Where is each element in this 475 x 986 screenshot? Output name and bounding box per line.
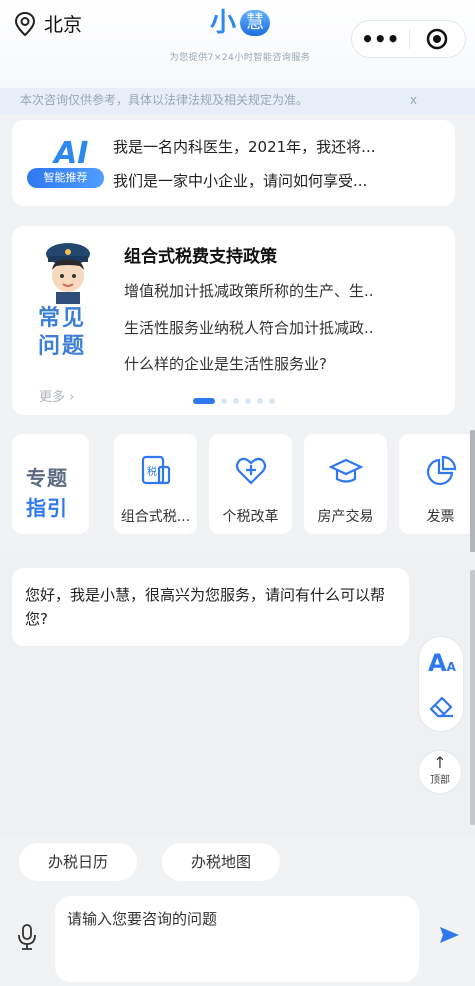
close-miniapp-icon[interactable] bbox=[409, 28, 465, 50]
topic-item[interactable]: 个税改革 bbox=[209, 434, 292, 534]
quick-actions: 办税日历 办税地图 bbox=[0, 837, 475, 887]
recommend-question[interactable]: 我们是一家中小企业，请问如何享受... bbox=[113, 170, 367, 191]
back-to-top-button[interactable]: ↑ 顶部 bbox=[418, 750, 462, 794]
logo-badge: 慧 bbox=[240, 10, 270, 36]
chevron-right-icon: › bbox=[65, 390, 75, 405]
ai-label: AI bbox=[54, 136, 89, 171]
assistant-message-bubble: 您好，我是小慧，很高兴为您服务，请问有什么可以帮您? bbox=[12, 568, 409, 646]
carousel-dots bbox=[193, 398, 281, 404]
topic-label: 房产交易 bbox=[317, 509, 374, 525]
topic-label: 发票 bbox=[426, 509, 455, 525]
back-to-top-label: 顶部 bbox=[430, 775, 450, 786]
faq-item[interactable]: 增值税加计抵减政策所称的生产、生.. bbox=[124, 280, 374, 301]
font-size-icon: A bbox=[428, 649, 447, 677]
faq-title: 组合式税费支持政策 bbox=[124, 247, 277, 267]
tax-officer-avatar-icon bbox=[46, 243, 90, 304]
pie-icon bbox=[426, 455, 457, 486]
carousel-dot[interactable] bbox=[257, 398, 263, 404]
location-label: 北京 bbox=[44, 14, 83, 36]
faq-card: 常见 问题 更多 › 组合式税费支持政策 增值税加计抵减政策所称的生产、生.. … bbox=[12, 226, 455, 415]
quick-action-tax-calendar[interactable]: 办税日历 bbox=[19, 843, 137, 881]
more-menu-icon[interactable]: ••• bbox=[352, 29, 409, 49]
faq-more-link[interactable]: 更多 › bbox=[39, 386, 74, 405]
side-toolbar: AA bbox=[418, 636, 464, 732]
question-input[interactable] bbox=[55, 896, 419, 982]
topic-guide-word: 指引 bbox=[26, 496, 68, 520]
vertical-scrollbar[interactable] bbox=[470, 430, 475, 555]
input-bar bbox=[0, 887, 475, 986]
faq-item[interactable]: 什么样的企业是生活性服务业? bbox=[124, 353, 327, 374]
microphone-icon[interactable] bbox=[17, 923, 37, 951]
quick-action-tax-map[interactable]: 办税地图 bbox=[162, 843, 280, 881]
carousel-dot[interactable] bbox=[269, 398, 275, 404]
location-selector[interactable]: 北京 bbox=[14, 10, 82, 37]
faq-side-word: 问题 bbox=[38, 334, 87, 359]
logo-text: 小 bbox=[209, 8, 238, 38]
carousel-dot[interactable] bbox=[245, 398, 251, 404]
arrow-up-icon: ↑ bbox=[433, 753, 447, 772]
topic-item[interactable]: 房产交易 bbox=[304, 434, 387, 534]
faq-item[interactable]: 生活性服务业纳税人符合加计抵减政.. bbox=[124, 317, 374, 338]
recommend-question[interactable]: 我是一名内科医生，2021年，我还将... bbox=[113, 136, 375, 157]
logo-subtitle: 为您提供7×24小时智能咨询服务 bbox=[169, 53, 311, 63]
font-size-small-icon: A bbox=[446, 660, 456, 674]
topic-guide-label: 专题 指引 bbox=[12, 434, 89, 534]
carousel-dot[interactable] bbox=[193, 398, 215, 404]
topic-label: 个税改革 bbox=[222, 509, 279, 525]
disclaimer-bar: 本次咨询仅供参考，具体以法律法规及相关规定为准。 x bbox=[0, 88, 475, 114]
eraser-icon[interactable] bbox=[429, 695, 455, 719]
carousel-dot[interactable] bbox=[221, 398, 227, 404]
svg-text:税: 税 bbox=[147, 465, 157, 478]
carousel-dot[interactable] bbox=[233, 398, 239, 404]
disclaimer-close-button[interactable]: x bbox=[410, 88, 417, 112]
topic-guide-word: 专题 bbox=[26, 466, 68, 490]
chat-scrollbar[interactable] bbox=[470, 570, 475, 825]
location-pin-icon bbox=[14, 11, 36, 36]
topic-guide-row: 专题 指引 税 组合式税... 个税改革 房产交易 发票 bbox=[0, 426, 475, 958]
topic-item[interactable]: 税 组合式税... bbox=[114, 434, 197, 534]
smart-recommend-badge: 智能推荐 bbox=[27, 168, 104, 188]
ai-robot-icon: AI bbox=[26, 132, 106, 198]
faq-more-label: 更多 bbox=[39, 390, 66, 405]
cap-icon bbox=[329, 458, 363, 483]
smart-recommend-card: AI 智能推荐 我是一名内科医生，2021年，我还将... 我们是一家中小企业，… bbox=[12, 120, 455, 206]
topic-label: 组合式税... bbox=[120, 509, 191, 525]
heart-plus-icon bbox=[235, 457, 267, 485]
chat-area: 您好，我是小慧，很高兴为您服务，请问有什么可以帮您? bbox=[0, 552, 475, 837]
app-logo: 小慧 为您提供7×24小时智能咨询服务 bbox=[150, 0, 330, 70]
send-icon[interactable] bbox=[438, 925, 460, 945]
tax-doc-icon: 税 bbox=[141, 455, 171, 485]
font-size-button[interactable]: AA bbox=[428, 649, 456, 677]
miniapp-capsule: ••• bbox=[351, 20, 466, 58]
disclaimer-text: 本次咨询仅供参考，具体以法律法规及相关规定为准。 bbox=[20, 93, 309, 107]
header: 北京 小慧 为您提供7×24小时智能咨询服务 ••• bbox=[0, 0, 475, 88]
topic-item[interactable]: 发票 bbox=[399, 434, 475, 534]
